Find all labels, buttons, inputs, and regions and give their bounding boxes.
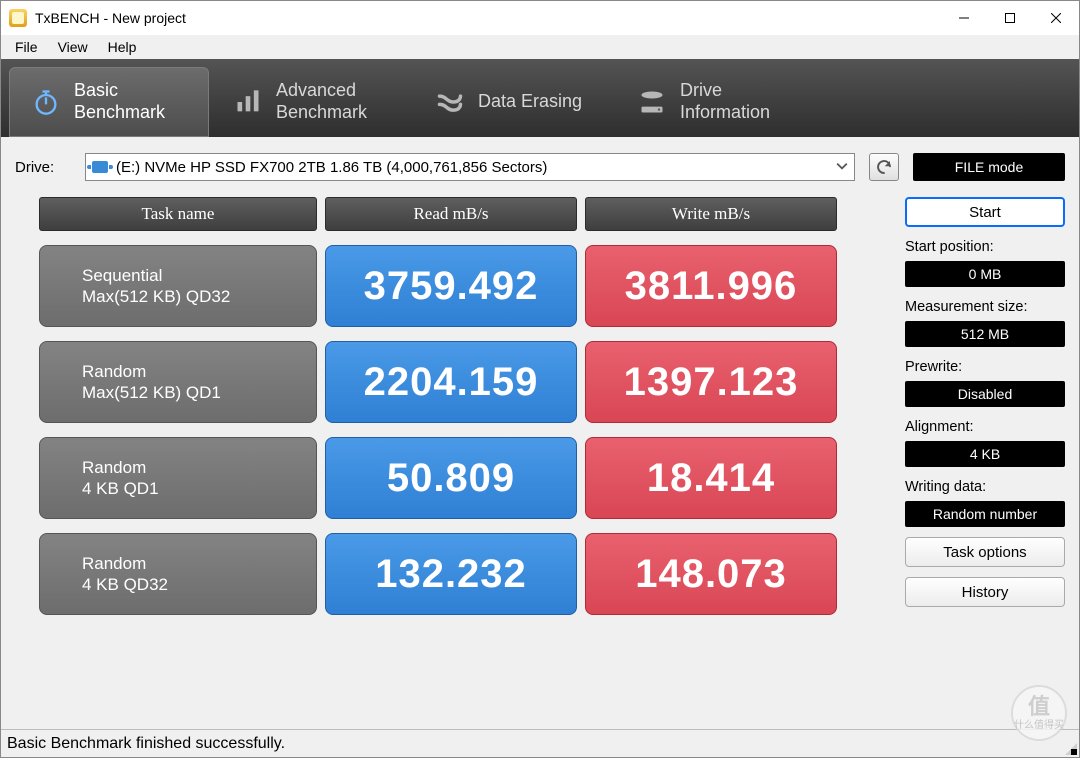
tab-data-erasing[interactable]: Data Erasing [413,67,613,137]
header-task: Task name [39,197,317,231]
drive-select[interactable]: (E:) NVMe HP SSD FX700 2TB 1.86 TB (4,00… [85,153,855,181]
tabs-bar: BasicBenchmark AdvancedBenchmark Data Er… [1,59,1079,137]
tab-label: Basic [74,80,165,102]
start-button[interactable]: Start [905,197,1065,227]
task-options-button[interactable]: Task options [905,537,1065,567]
task-line2: 4 KB QD1 [82,478,316,499]
header-read: Read mB/s [325,197,577,231]
measurement-size-label: Measurement size: [905,299,1065,315]
task-line2: Max(512 KB) QD1 [82,382,316,403]
tab-label: Data Erasing [478,91,582,113]
title-bar: TxBENCH - New project [1,1,1079,35]
menu-help[interactable]: Help [100,37,145,57]
menu-file[interactable]: File [7,37,46,57]
window-title: TxBENCH - New project [35,10,186,26]
stopwatch-icon [32,88,60,116]
watermark-bottom: 什么值得买 [1014,720,1064,731]
drive-icon [638,88,666,116]
window-controls [941,1,1079,35]
status-bar: Basic Benchmark finished successfully. [1,729,1079,757]
write-value: 148.073 [585,533,837,615]
maximize-button[interactable] [987,1,1033,35]
read-value: 2204.159 [325,341,577,423]
task-line1: Random [82,457,316,478]
history-button[interactable]: History [905,577,1065,607]
minimize-button[interactable] [941,1,987,35]
alignment-value[interactable]: 4 KB [905,441,1065,467]
start-label: Start [969,204,1001,221]
drive-label: Drive: [15,159,71,176]
erase-icon [436,88,464,116]
alignment-label: Alignment: [905,419,1065,435]
write-value: 1397.123 [585,341,837,423]
bars-icon [234,88,262,116]
drive-row: Drive: (E:) NVMe HP SSD FX700 2TB 1.86 T… [1,137,1079,187]
result-row: RandomMax(512 KB) QD1 2204.159 1397.123 [39,341,893,423]
sidebar: Start Start position: 0 MB Measurement s… [905,197,1065,729]
prewrite-value[interactable]: Disabled [905,381,1065,407]
task-line2: Max(512 KB) QD32 [82,286,316,307]
result-row: Random4 KB QD32 132.232 148.073 [39,533,893,615]
disk-icon [92,161,108,173]
app-window: TxBENCH - New project File View Help Bas… [0,0,1080,758]
menu-view[interactable]: View [50,37,96,57]
task-line2: 4 KB QD32 [82,574,316,595]
tab-label: Advanced [276,80,367,102]
tab-label: Drive [680,80,770,102]
content-body: Task name Read mB/s Write mB/s Sequentia… [1,187,1079,729]
task-cell: RandomMax(512 KB) QD1 [39,341,317,423]
menu-bar: File View Help [1,35,1079,59]
task-cell: Random4 KB QD1 [39,437,317,519]
header-write: Write mB/s [585,197,837,231]
writing-data-label: Writing data: [905,479,1065,495]
tab-drive-information[interactable]: DriveInformation [615,67,815,137]
task-options-label: Task options [943,544,1026,561]
status-text: Basic Benchmark finished successfully. [7,735,285,753]
refresh-button[interactable] [869,153,899,181]
result-row: SequentialMax(512 KB) QD32 3759.492 3811… [39,245,893,327]
results-panel: Task name Read mB/s Write mB/s Sequentia… [39,197,893,729]
watermark-badge: 值什么值得买 [1011,685,1067,741]
history-label: History [962,584,1009,601]
task-line1: Random [82,361,316,382]
read-value: 3759.492 [325,245,577,327]
resize-grip-icon[interactable] [1063,741,1077,755]
close-button[interactable] [1033,1,1079,35]
read-value: 50.809 [325,437,577,519]
write-value: 3811.996 [585,245,837,327]
task-line1: Sequential [82,265,316,286]
tab-basic-benchmark[interactable]: BasicBenchmark [9,67,209,137]
tab-label: Benchmark [74,102,165,124]
results-header: Task name Read mB/s Write mB/s [39,197,893,231]
tab-label: Benchmark [276,102,367,124]
file-mode-label: FILE mode [955,159,1023,175]
start-position-value[interactable]: 0 MB [905,261,1065,287]
file-mode-button[interactable]: FILE mode [913,153,1065,181]
prewrite-label: Prewrite: [905,359,1065,375]
tab-advanced-benchmark[interactable]: AdvancedBenchmark [211,67,411,137]
result-row: Random4 KB QD1 50.809 18.414 [39,437,893,519]
watermark-top: 值 [1014,695,1064,719]
start-position-label: Start position: [905,239,1065,255]
write-value: 18.414 [585,437,837,519]
task-line1: Random [82,553,316,574]
task-cell: SequentialMax(512 KB) QD32 [39,245,317,327]
tab-label: Information [680,102,770,124]
drive-selected-text: (E:) NVMe HP SSD FX700 2TB 1.86 TB (4,00… [116,159,547,176]
task-cell: Random4 KB QD32 [39,533,317,615]
app-icon [9,9,27,27]
writing-data-value[interactable]: Random number [905,501,1065,527]
refresh-icon [875,158,893,176]
measurement-size-value[interactable]: 512 MB [905,321,1065,347]
read-value: 132.232 [325,533,577,615]
chevron-down-icon [836,159,848,176]
